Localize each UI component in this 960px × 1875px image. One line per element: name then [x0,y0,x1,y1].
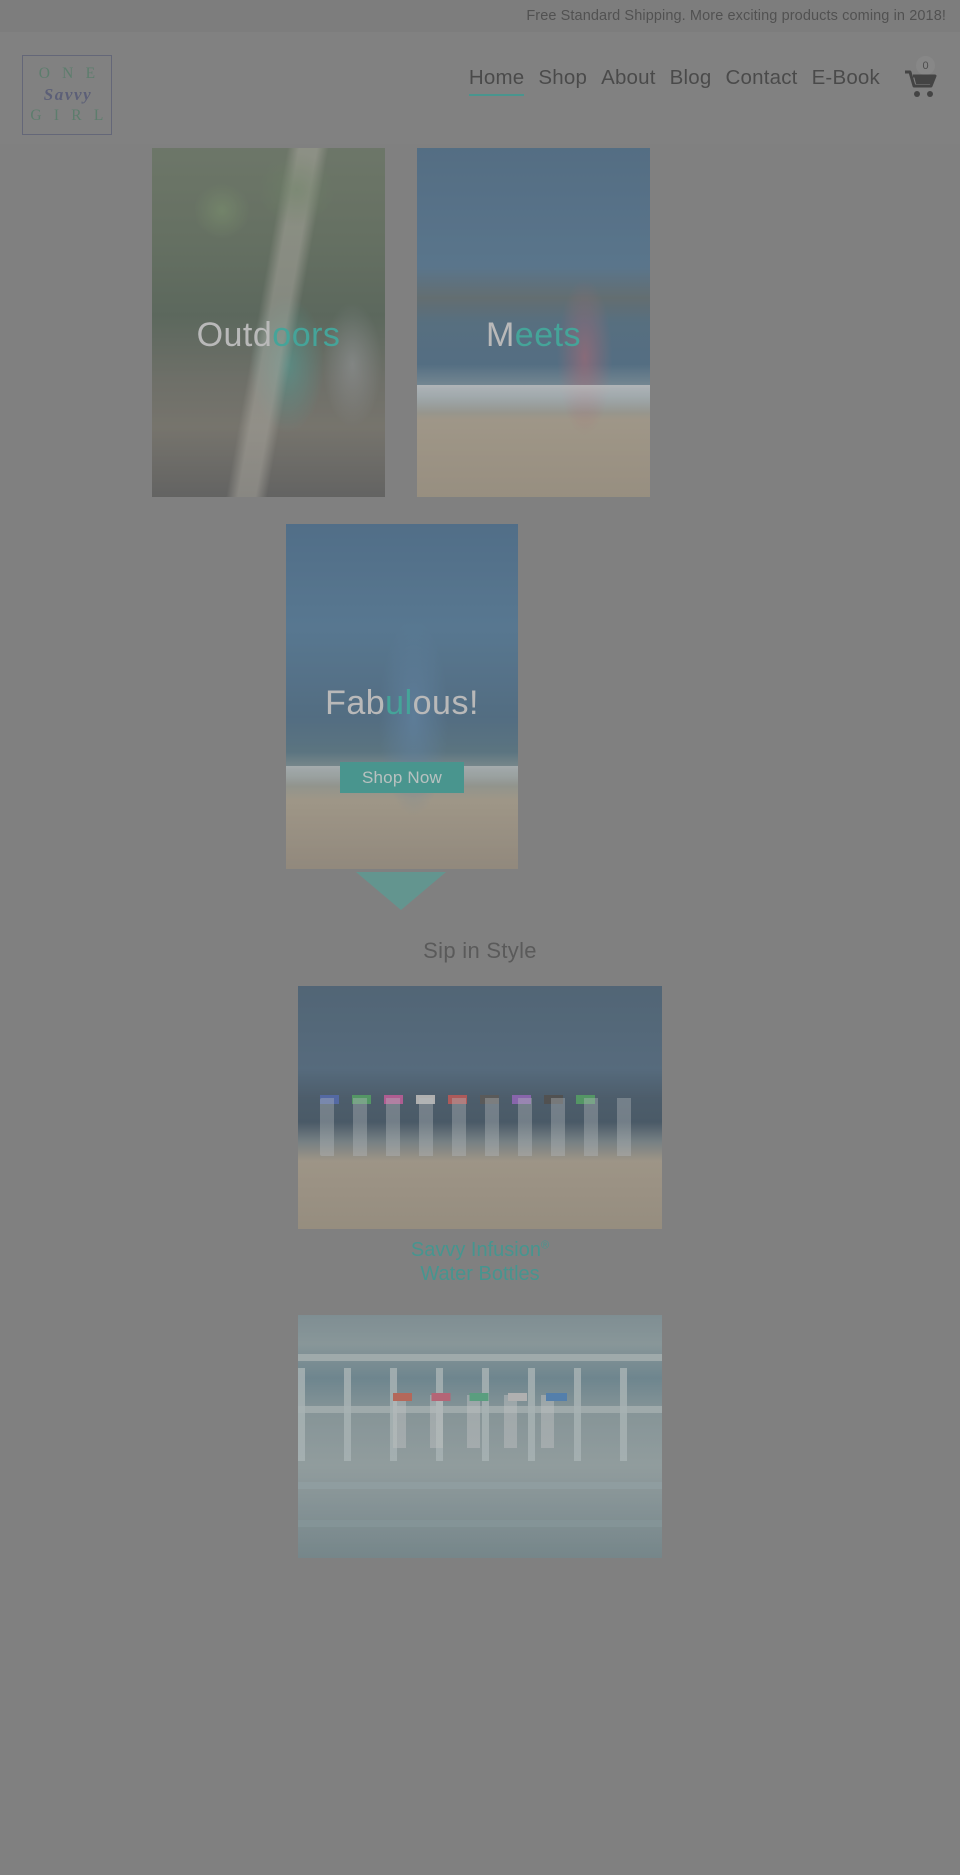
shopping-cart-icon [905,70,937,97]
product-caption-water-bottles: Savvy Infusion® Water Bottles [0,1238,960,1287]
hero-label-meets-part1: M [485,316,515,354]
cart-button[interactable]: 0 [902,56,942,100]
product-caption-line1: Savvy Infusion [410,1239,541,1261]
product-caption-line2: Water Bottles [420,1263,540,1286]
hero-label-meets-part2: eets [514,316,582,354]
hero-label-outdoors: Outdoors [152,316,385,355]
announcement-text: Free Standard Shipping. More exciting pr… [526,8,946,24]
hero-tile-meets[interactable]: Meets [417,148,650,497]
logo-line-one: O N E [38,65,100,83]
hero-label-fabulous-part1: Fab [325,684,386,722]
nav-item-about[interactable]: About [601,67,656,94]
site-header: O N E Savvy G I R L Home Shop About Blog… [0,32,960,144]
down-triangle-icon [356,872,446,910]
hero-label-fabulous-part2: ul [385,684,413,722]
product-caption-registered-mark: ® [540,1239,550,1252]
product-block-water-bottles[interactable]: Savvy Infusion® Water Bottles [0,986,960,1287]
hero-feature-row: Fabulous! Shop Now [0,524,960,872]
section-title-sip-in-style: Sip in Style [423,938,537,963]
hero-tile-fabulous[interactable]: Fabulous! Shop Now [286,524,518,869]
product-block-railing[interactable] [0,1314,960,1558]
hero-label-outdoors-part2: oors [272,316,341,354]
nav-item-contact[interactable]: Contact [726,67,798,94]
product-image-railing [298,1314,662,1558]
hero-label-fabulous-part3: ous! [412,684,479,722]
hero-tile-row: Outdoors Meets [0,144,960,524]
nav-item-shop[interactable]: Shop [538,67,587,94]
section-arrow-wrap [0,872,960,914]
shop-now-button[interactable]: Shop Now [340,762,464,793]
nav-item-home[interactable]: Home [468,67,525,96]
hero-label-outdoors-part1: Outd [196,316,273,354]
nav-item-blog[interactable]: Blog [670,67,712,94]
nav-item-ebook[interactable]: E-Book [812,67,880,94]
hero-tile-outdoors[interactable]: Outdoors [152,148,385,497]
logo-line-savvy: Savvy [43,85,93,105]
hero-label-meets: Meets [417,316,650,355]
logo-line-girl: G I R L [30,106,108,124]
product-image-water-bottles [298,986,662,1229]
main-navigation: Home Shop About Blog Contact E-Book 0 [468,56,942,100]
site-logo[interactable]: O N E Savvy G I R L [22,55,112,135]
hero-label-fabulous: Fabulous! [286,684,518,723]
announcement-bar: Free Standard Shipping. More exciting pr… [0,0,960,32]
